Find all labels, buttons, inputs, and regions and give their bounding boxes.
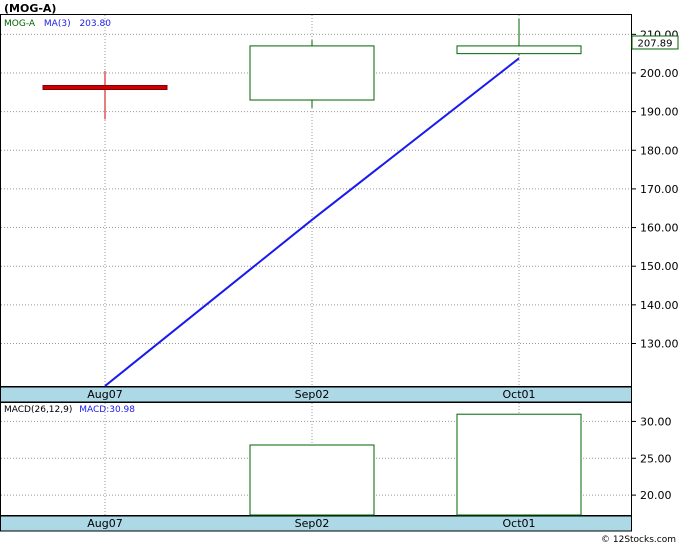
price-y-axis: 130.00 140.00 150.00 160.00 170.00 180.00 190.… (631, 28, 679, 350)
macd-x-label: Aug07 (87, 517, 122, 530)
candle-body (456, 45, 582, 55)
last-price-marker: 207.89 (631, 35, 679, 50)
price-y-tick-label: 140.00 (640, 299, 679, 312)
legend-ma-value: 203.80 (79, 19, 111, 29)
price-y-tick-label: 130.00 (640, 337, 679, 350)
macd-x-label: Sep02 (295, 517, 330, 530)
watermark: © 12Stocks.com (601, 535, 676, 545)
macd-y-tick-label: 25.00 (640, 452, 672, 465)
price-legend: MOG-A MA(3) 203.80 (4, 19, 111, 29)
price-y-tick-label: 190.00 (640, 106, 679, 119)
price-x-label: Sep02 (295, 388, 330, 401)
macd-y-axis: 20.00 25.00 30.00 (631, 415, 672, 502)
price-y-tick-label: 180.00 (640, 144, 679, 157)
macd-legend: MACD(26,12,9) MACD:30.98 (4, 405, 135, 415)
price-y-tick-label: 200.00 (640, 67, 679, 80)
macd-y-tick-label: 20.00 (640, 489, 672, 502)
price-x-label: Aug07 (87, 388, 122, 401)
macd-x-label: Oct01 (502, 517, 535, 530)
price-y-tick-label: 170.00 (640, 183, 679, 196)
chart-title: (MOG-A) (4, 2, 56, 15)
macd-bar (249, 444, 375, 516)
macd-y-tick-label: 30.00 (640, 415, 672, 428)
macd-legend-value: MACD:30.98 (79, 405, 135, 415)
last-price-label: 207.89 (638, 38, 673, 49)
legend-ma-label: MA(3) (44, 19, 71, 29)
price-y-tick-label: 150.00 (640, 260, 679, 273)
legend-symbol: MOG-A (4, 19, 36, 29)
price-x-label: Oct01 (502, 388, 535, 401)
macd-legend-label: MACD(26,12,9) (4, 405, 72, 415)
macd-bar (456, 413, 582, 516)
chart: (MOG-A) MOG-A MA(3) 203.80 130.00140.001… (0, 2, 679, 545)
candle-body (42, 84, 168, 90)
price-y-tick-label: 160.00 (640, 222, 679, 235)
candle-body (249, 45, 375, 101)
